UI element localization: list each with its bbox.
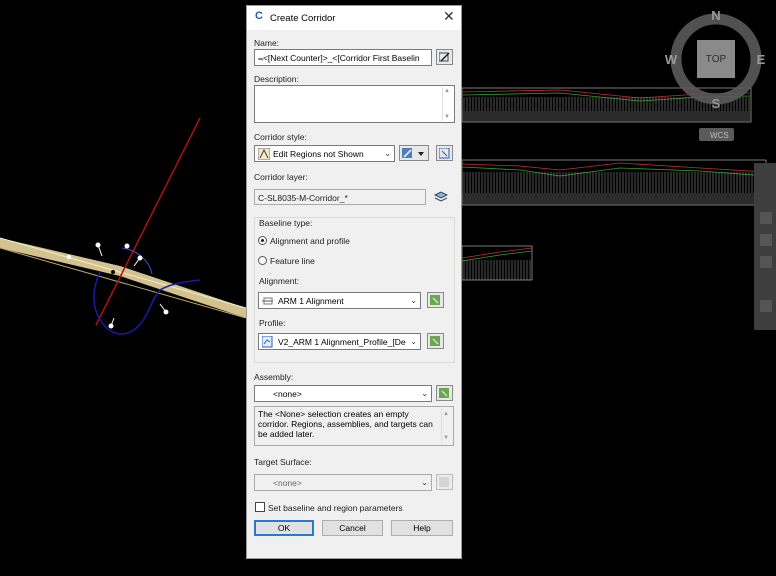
profile-pick-button[interactable] xyxy=(427,333,444,349)
assembly-pick-button[interactable] xyxy=(436,385,453,401)
corridor-style-edit-button[interactable] xyxy=(399,145,429,161)
select-from-drawing-icon xyxy=(430,295,440,305)
radio-feature-line[interactable] xyxy=(258,256,267,265)
baseline-region-params-checkbox[interactable] xyxy=(255,502,265,512)
corridor-layer-field: C-SL8035-M-Corridor_* xyxy=(254,189,426,205)
road-corridor-band xyxy=(0,238,246,318)
description-scrollbar[interactable]: ▲ ▼ xyxy=(442,87,453,121)
profile-icon xyxy=(262,336,273,348)
road-edge-line xyxy=(0,247,247,319)
chevron-down-icon: ⌄ xyxy=(410,337,417,346)
name-field[interactable]: ⫬<[Next Counter]>_<[Corridor First Basel… xyxy=(254,49,432,66)
info-scrollbar[interactable]: ▲ ▼ xyxy=(441,408,452,444)
target-surface-select: <none> ⌄ xyxy=(254,474,432,491)
corridor-style-value: Edit Regions not Shown xyxy=(273,149,364,159)
baseline-type-label: Baseline type: xyxy=(259,218,313,228)
profile-value: V2_ARM 1 Alignment_Profile_[De xyxy=(278,337,406,347)
alignment-value: ARM 1 Alignment xyxy=(278,296,344,306)
profile-view-3 xyxy=(461,245,533,281)
profile-select[interactable]: V2_ARM 1 Alignment_Profile_[De ⌄ xyxy=(258,333,421,350)
assembly-select[interactable]: <none> ⌄ xyxy=(254,385,432,402)
profile-label: Profile: xyxy=(259,318,286,328)
alignment-select[interactable]: ARM 1 Alignment ⌄ xyxy=(258,292,421,309)
wcs-label: WCS xyxy=(710,131,729,140)
assembly-info-text: The <None> selection creates an empty co… xyxy=(254,406,454,446)
black-dot xyxy=(111,270,115,274)
chevron-down-icon: ⌄ xyxy=(410,296,417,305)
description-label: Description: xyxy=(254,74,299,84)
select-from-drawing-icon xyxy=(439,477,449,487)
viewcube-face-label: TOP xyxy=(706,54,727,65)
name-template-button[interactable] xyxy=(436,49,453,65)
layer-button[interactable] xyxy=(432,189,449,205)
viewcube-south[interactable]: S xyxy=(712,96,721,111)
baseline-region-params-label[interactable]: Set baseline and region parameters xyxy=(268,503,403,513)
layers-icon xyxy=(434,191,448,202)
viewcube-north[interactable]: N xyxy=(711,8,720,23)
close-icon[interactable]: ✕ xyxy=(443,9,455,23)
viewcube-west[interactable]: W xyxy=(665,52,678,67)
corridor-style-label: Corridor style: xyxy=(254,132,307,142)
navigation-bar[interactable] xyxy=(754,163,776,330)
assembly-info-content: The <None> selection creates an empty co… xyxy=(258,409,433,439)
select-from-drawing-icon xyxy=(439,388,449,398)
alignment-icon xyxy=(262,297,273,305)
dialog-title-bar[interactable]: C Create Corridor ✕ xyxy=(247,6,461,30)
profile-view-2 xyxy=(461,159,767,206)
chevron-down-icon: ⌄ xyxy=(421,478,428,487)
edit-name-template-icon xyxy=(439,52,450,62)
cancel-button[interactable]: Cancel xyxy=(322,520,383,536)
target-surface-value: <none> xyxy=(273,478,302,488)
select-from-drawing-icon xyxy=(430,336,440,346)
corridor-style-select[interactable]: Edit Regions not Shown ⌄ xyxy=(254,145,395,162)
dialog-title: Create Corridor xyxy=(270,13,336,24)
corridor-layer-label: Corridor layer: xyxy=(254,172,308,182)
corridor-style-icon xyxy=(258,148,270,160)
pick-from-drawing-icon xyxy=(439,148,450,159)
radio-alignment-profile-label[interactable]: Alignment and profile xyxy=(270,236,350,246)
chevron-down-icon: ⌄ xyxy=(384,149,391,158)
radio-feature-line-label[interactable]: Feature line xyxy=(270,256,315,266)
viewcube-east[interactable]: E xyxy=(757,52,766,67)
edit-style-icon xyxy=(402,148,424,158)
assembly-label: Assembly: xyxy=(254,372,294,382)
target-surface-label: Target Surface: xyxy=(254,457,312,467)
zoom-icon[interactable] xyxy=(760,234,772,246)
name-label: Name: xyxy=(254,38,280,48)
corridor-style-pick-button[interactable] xyxy=(436,145,453,161)
alignment-label: Alignment: xyxy=(259,276,300,286)
chevron-down-icon: ⌄ xyxy=(421,389,428,398)
orbit-icon[interactable] xyxy=(760,256,772,268)
pan-icon[interactable] xyxy=(760,212,772,224)
showmotion-icon[interactable] xyxy=(760,300,772,312)
civil3d-app-icon: C xyxy=(255,10,263,22)
assembly-value: <none> xyxy=(273,389,302,399)
help-button[interactable]: Help xyxy=(391,520,453,536)
target-surface-pick-button xyxy=(436,474,453,490)
ok-button[interactable]: OK xyxy=(254,520,314,536)
description-field[interactable]: ▲ ▼ xyxy=(254,85,455,123)
alignment-pick-button[interactable] xyxy=(427,292,444,308)
radio-alignment-profile[interactable] xyxy=(258,236,267,245)
